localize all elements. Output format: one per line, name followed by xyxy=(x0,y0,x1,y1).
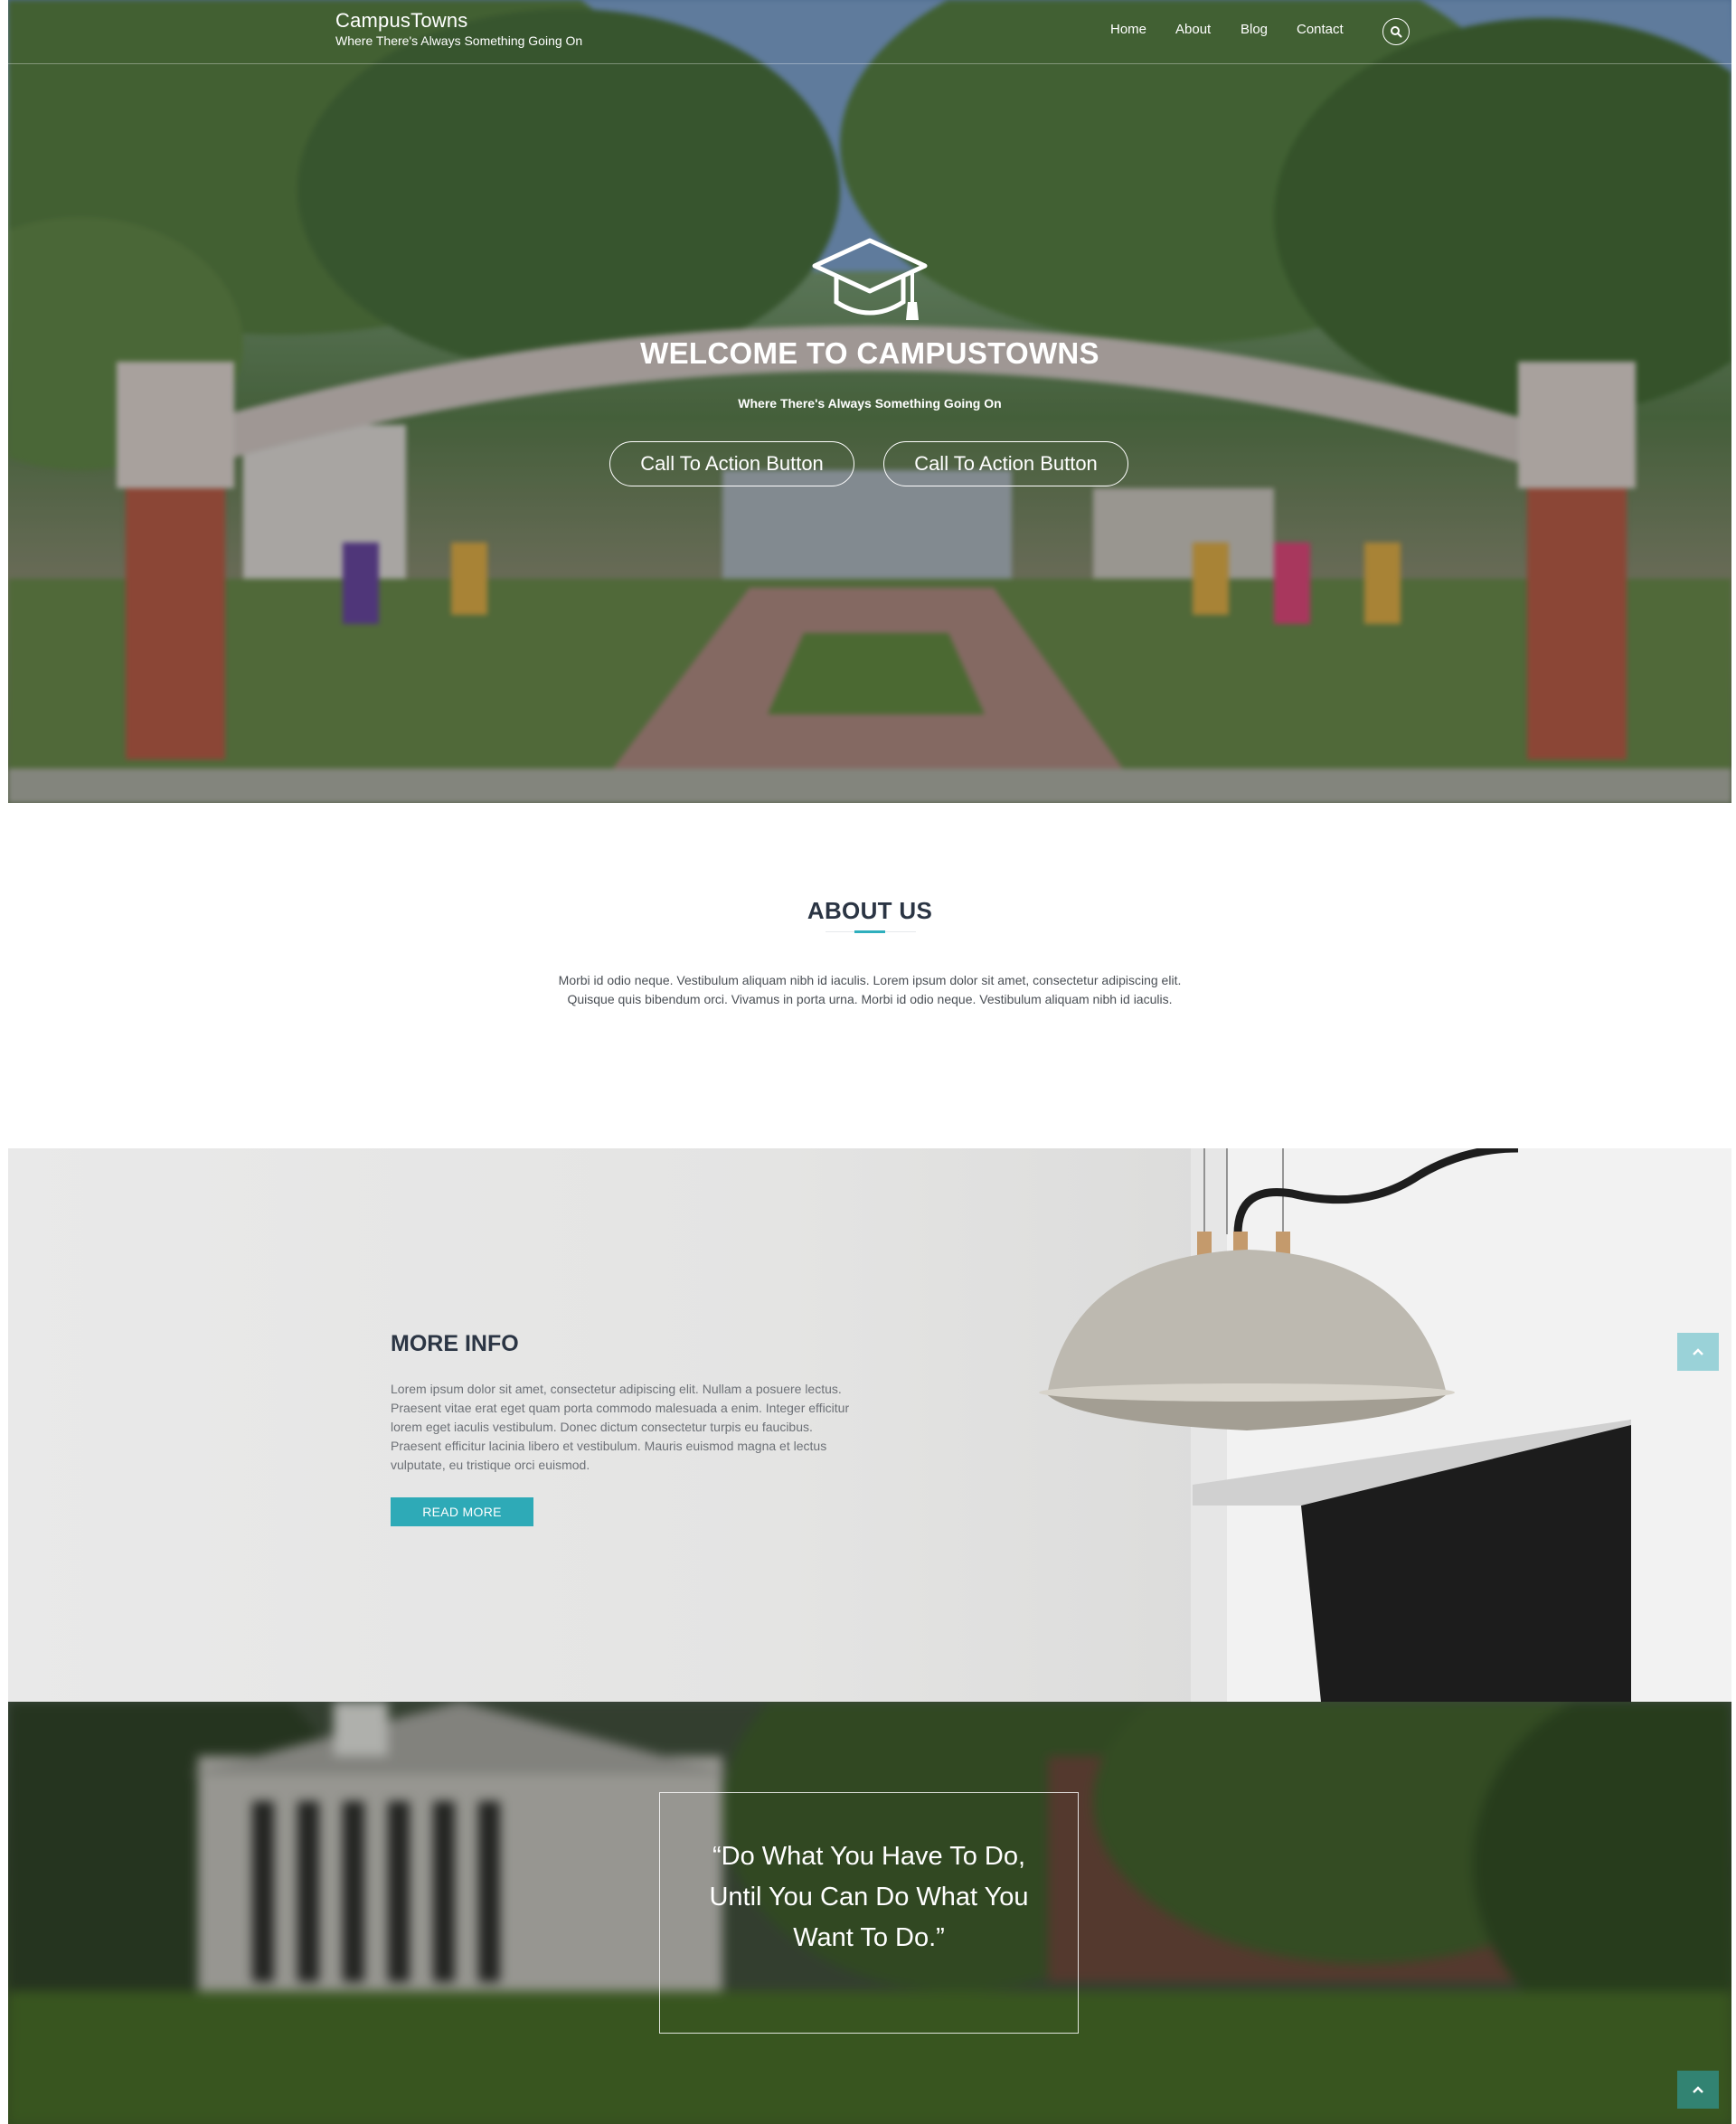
hero-title: WELCOME TO CAMPUSTOWNS xyxy=(640,336,1099,370)
nav-item-about[interactable]: About xyxy=(1175,22,1211,37)
more-info-text: Lorem ipsum dolor sit amet, consectetur … xyxy=(391,1382,850,1472)
heading-accent-bar xyxy=(854,930,885,933)
cta-button-primary[interactable]: Call To Action Button xyxy=(609,441,854,486)
nav-item-contact[interactable]: Contact xyxy=(1297,22,1344,37)
site-header: CampusTowns Where There's Always Somethi… xyxy=(8,0,1731,64)
site-title[interactable]: CampusTowns xyxy=(335,9,467,33)
cta-button-secondary[interactable]: Call To Action Button xyxy=(883,441,1128,486)
hero-content: WELCOME TO CAMPUSTOWNS Where There's Alw… xyxy=(8,0,1731,803)
about-section: ABOUT US Morbi id odio neque. Vestibulum… xyxy=(8,803,1731,1148)
about-heading: ABOUT US xyxy=(807,897,933,924)
back-to-top-button[interactable] xyxy=(1677,1333,1719,1371)
chevron-up-icon xyxy=(1693,2086,1703,2093)
quote-frame: “Do What You Have To Do, Until You Can D… xyxy=(659,1792,1079,2034)
more-info-heading: MORE INFO xyxy=(391,1331,519,1356)
graduation-cap-icon xyxy=(812,238,928,320)
more-info-section: MORE INFO Lorem ipsum dolor sit amet, co… xyxy=(8,1148,1731,1702)
back-to-top-button-bottom[interactable] xyxy=(1677,2071,1719,2109)
nav-item-home[interactable]: Home xyxy=(1110,22,1146,37)
chevron-up-icon xyxy=(1693,1348,1703,1355)
nav-item-blog[interactable]: Blog xyxy=(1241,22,1268,37)
hero-section: CampusTowns Where There's Always Somethi… xyxy=(8,0,1731,803)
site-tagline: Where There's Always Something Going On xyxy=(335,33,583,48)
search-icon xyxy=(1391,26,1402,38)
search-button[interactable] xyxy=(1382,18,1410,45)
hero-subtitle: Where There's Always Something Going On xyxy=(738,396,1002,411)
read-more-button[interactable]: READ MORE xyxy=(391,1497,533,1526)
pendant-lamp-image xyxy=(1039,1148,1731,1702)
quote-section: “Do What You Have To Do, Until You Can D… xyxy=(8,1702,1731,2124)
page: CampusTowns Where There's Always Somethi… xyxy=(8,0,1731,2124)
quote-text: “Do What You Have To Do, Until You Can D… xyxy=(709,1842,1029,1952)
about-text: Morbi id odio neque. Vestibulum aliquam … xyxy=(558,973,1182,1006)
